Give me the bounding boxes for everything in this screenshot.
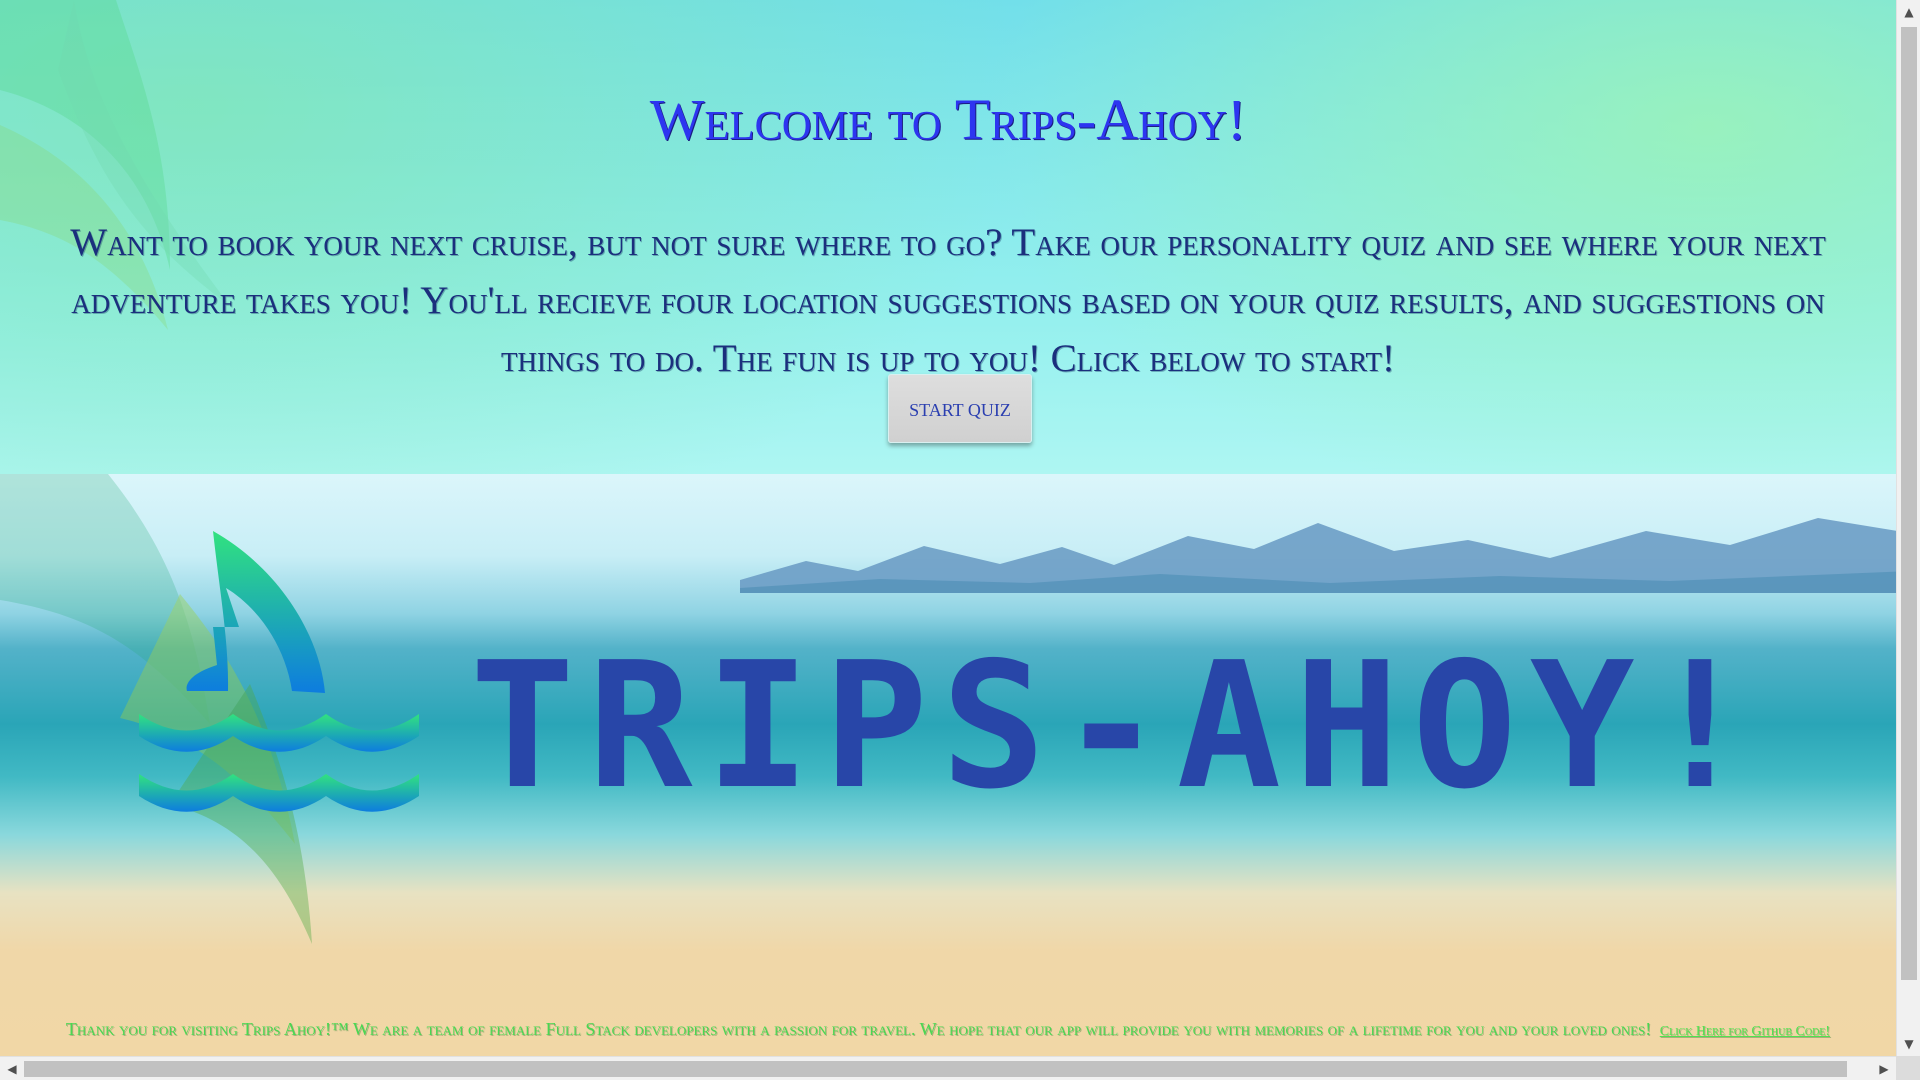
scroll-down-icon[interactable]: ▼: [1899, 1034, 1919, 1054]
scroll-right-icon[interactable]: ▶: [1874, 1059, 1894, 1079]
scrollbar-corner: [1896, 1056, 1920, 1080]
mountain-range-icon: [740, 518, 1896, 593]
vertical-scrollbar-thumb[interactable]: [1901, 27, 1917, 980]
scroll-left-icon[interactable]: ◀: [2, 1059, 22, 1079]
horizontal-scrollbar[interactable]: ◀ ▶: [0, 1056, 1896, 1080]
footer-message: Thank you for visiting Trips Ahoy!™ We a…: [65, 1019, 1652, 1039]
intro-text: Want to book your next cruise, but not s…: [70, 221, 1826, 380]
horizontal-scrollbar-thumb[interactable]: [24, 1061, 1847, 1077]
scroll-up-icon[interactable]: ▲: [1899, 2, 1919, 22]
vertical-scrollbar[interactable]: ▲ ▼: [1896, 0, 1920, 1056]
shark-fin-waves-icon: [139, 531, 419, 812]
footer: Thank you for visiting Trips Ahoy!™ We a…: [0, 1017, 1896, 1044]
brand-wordmark: TRIPS-AHOY!: [470, 625, 1766, 828]
beach-banner: TRIPS-AHOY!: [0, 474, 1896, 1056]
page-title: Welcome to Trips-Ahoy!: [649, 87, 1247, 152]
page-viewport: Welcome to Trips-Ahoy! Want to book your…: [0, 0, 1896, 1056]
github-link[interactable]: Click Here for Github Code!: [1660, 1024, 1830, 1039]
start-quiz-button[interactable]: START QUIZ: [888, 374, 1032, 443]
hero-section: Welcome to Trips-Ahoy! Want to book your…: [0, 0, 1896, 474]
